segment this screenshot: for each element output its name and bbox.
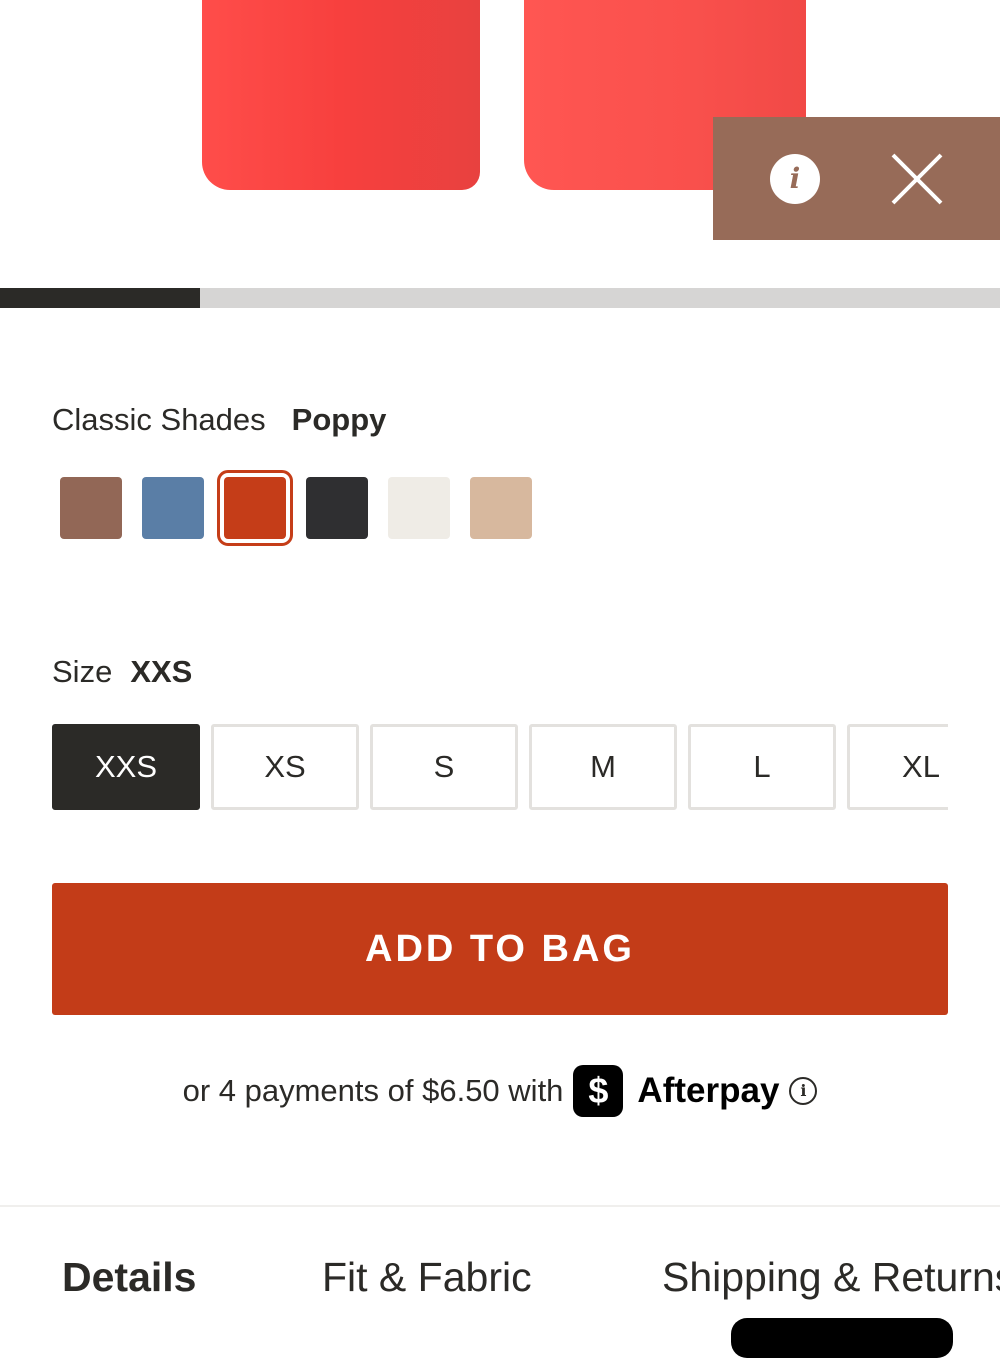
selected-color-name: Poppy bbox=[291, 402, 387, 437]
tab-details[interactable]: Details bbox=[62, 1254, 196, 1301]
afterpay-message: or 4 payments of $6.50 with $ Afterpay i bbox=[0, 1065, 1000, 1121]
color-group-name: Classic Shades bbox=[52, 402, 266, 437]
image-info-panel: i bbox=[713, 117, 1000, 240]
size-label: Size XXS bbox=[52, 654, 192, 690]
floating-pill-button[interactable] bbox=[731, 1318, 953, 1358]
afterpay-info-icon[interactable]: i bbox=[789, 1077, 818, 1105]
tab-shipping-returns[interactable]: Shipping & Returns bbox=[662, 1254, 1000, 1301]
size-option-xxs[interactable]: XXS bbox=[52, 724, 200, 810]
carousel-progress-fill bbox=[0, 288, 200, 308]
size-options: XXS XS S M L XL bbox=[52, 724, 948, 810]
color-swatch-brown[interactable] bbox=[60, 477, 122, 539]
carousel-progress-bar bbox=[0, 288, 1000, 308]
selected-size: XXS bbox=[130, 654, 193, 689]
product-image-left-leg bbox=[202, 0, 480, 190]
size-option-l[interactable]: L bbox=[688, 724, 836, 810]
afterpay-brand: Afterpay bbox=[637, 1071, 780, 1110]
info-icon[interactable]: i bbox=[770, 154, 820, 204]
section-divider bbox=[0, 1205, 1000, 1207]
afterpay-text: or 4 payments of $6.50 with bbox=[182, 1073, 564, 1108]
size-option-s[interactable]: S bbox=[370, 724, 518, 810]
color-swatch-poppy[interactable] bbox=[217, 470, 293, 546]
color-swatch-black[interactable] bbox=[306, 477, 368, 539]
size-label-text: Size bbox=[52, 654, 113, 689]
color-swatch-tan[interactable] bbox=[470, 477, 532, 539]
add-to-bag-button[interactable]: ADD TO BAG bbox=[52, 883, 948, 1015]
afterpay-badge-icon: $ bbox=[573, 1065, 624, 1117]
color-swatch-white[interactable] bbox=[388, 477, 450, 539]
size-option-xl[interactable]: XL bbox=[847, 724, 948, 810]
close-icon[interactable] bbox=[888, 150, 946, 208]
size-option-xs[interactable]: XS bbox=[211, 724, 359, 810]
tab-fit-fabric[interactable]: Fit & Fabric bbox=[322, 1254, 532, 1301]
size-option-m[interactable]: M bbox=[529, 724, 677, 810]
color-swatch-blue[interactable] bbox=[142, 477, 204, 539]
color-label: Classic Shades Poppy bbox=[52, 402, 386, 438]
